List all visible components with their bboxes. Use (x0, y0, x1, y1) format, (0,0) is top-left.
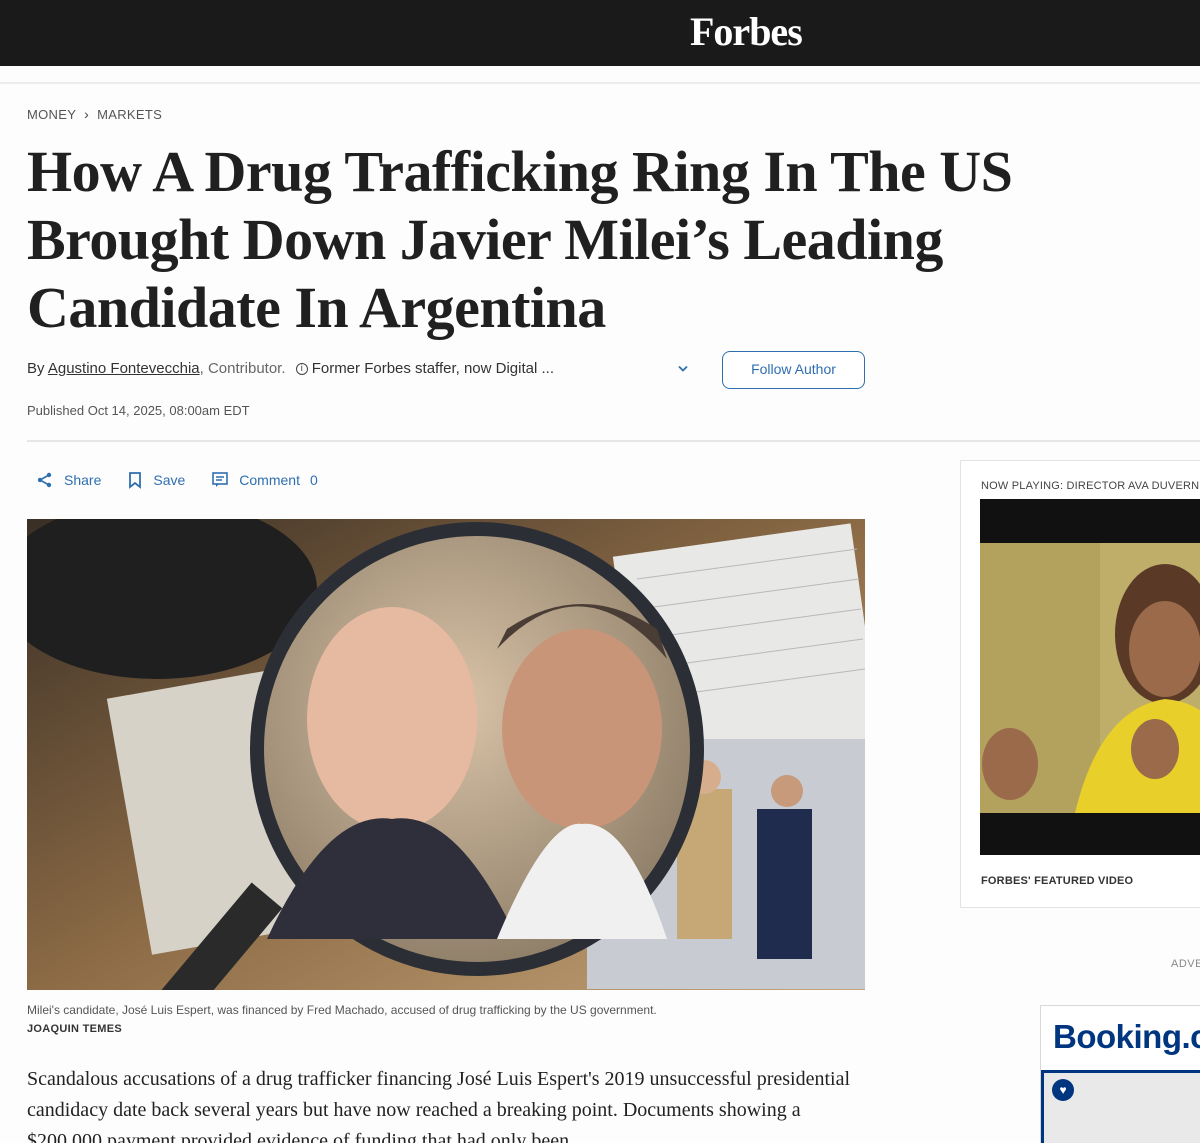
article-headline: How A Drug Trafficking Ring In The US Br… (27, 139, 1013, 340)
follow-author-button[interactable]: Follow Author (722, 351, 865, 389)
image-caption: Milei's candidate, José Luis Espert, was… (27, 1003, 657, 1017)
published-date: Published Oct 14, 2025, 08:00am EDT (27, 403, 250, 418)
chevron-down-icon[interactable] (677, 360, 689, 376)
breadcrumb-markets[interactable]: MARKETS (97, 107, 162, 122)
save-button[interactable]: Save (127, 471, 185, 489)
breadcrumb-money[interactable]: MONEY (27, 107, 76, 122)
comment-count: 0 (309, 472, 318, 488)
article-hero-image (27, 519, 865, 990)
divider (27, 440, 1200, 442)
comment-icon (212, 472, 229, 487)
featured-video-card: NOW PLAYING: DIRECTOR AVA DUVERN FORBES'… (960, 460, 1200, 908)
image-credit: JOAQUIN TEMES (27, 1023, 122, 1035)
byline: By Agustino Fontevecchia, Contributor. i… (27, 360, 554, 377)
share-icon (37, 472, 52, 488)
author-link[interactable]: Agustino Fontevecchia (48, 360, 200, 377)
share-label: Share (64, 472, 102, 488)
bookmark-icon (129, 472, 142, 489)
article-body: Scandalous accusations of a drug traffic… (27, 1068, 851, 1143)
comment-button[interactable]: Comment 0 (211, 471, 318, 489)
booking-advertisement[interactable]: Booking.co ♥ (1040, 1005, 1200, 1143)
heart-icon[interactable]: ♥ (1052, 1079, 1074, 1101)
author-bio: Former Forbes staffer, now Digital ... (311, 360, 554, 377)
article-actions: Share Save Comment 0 (36, 471, 344, 489)
now-playing-label: NOW PLAYING: DIRECTOR AVA DUVERN (981, 480, 1200, 492)
ad-image[interactable]: ♥ (1041, 1070, 1200, 1143)
forbes-logo[interactable]: Forbes (690, 8, 803, 55)
byline-by: By (27, 360, 45, 377)
info-icon: i (295, 363, 308, 376)
breadcrumb: MONEY › MARKETS (27, 106, 162, 122)
featured-video-label: FORBES' FEATURED VIDEO (981, 875, 1134, 887)
share-button[interactable]: Share (36, 471, 101, 489)
video-player[interactable] (980, 499, 1200, 855)
advertisement-label: ADVE (1171, 958, 1200, 970)
comment-label: Comment (239, 472, 300, 488)
author-role: , Contributor. (199, 360, 286, 377)
header-divider (0, 82, 1200, 84)
top-navigation-bar: Forbes (0, 0, 1200, 66)
chevron-right-icon: › (84, 106, 90, 122)
booking-logo: Booking.co (1053, 1018, 1200, 1055)
save-label: Save (153, 472, 186, 488)
